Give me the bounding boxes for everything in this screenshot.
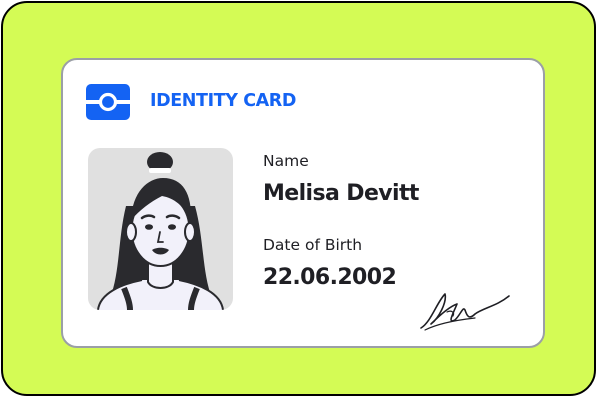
dob-value: 22.06.2002 [263, 265, 397, 290]
dob-label: Date of Birth [263, 236, 363, 254]
name-label: Name [263, 152, 309, 170]
identity-card: IDENTITY CARD Name Melisa Devitt Date of… [61, 58, 545, 348]
outer-frame: IDENTITY CARD Name Melisa Devitt Date of… [1, 1, 596, 396]
portrait-illustration [97, 152, 224, 310]
id-badge-icon [86, 84, 130, 120]
name-value: Melisa Devitt [263, 181, 419, 206]
portrait-photo [88, 148, 233, 310]
card-title: IDENTITY CARD [150, 91, 296, 111]
signature-scribble [420, 293, 510, 331]
